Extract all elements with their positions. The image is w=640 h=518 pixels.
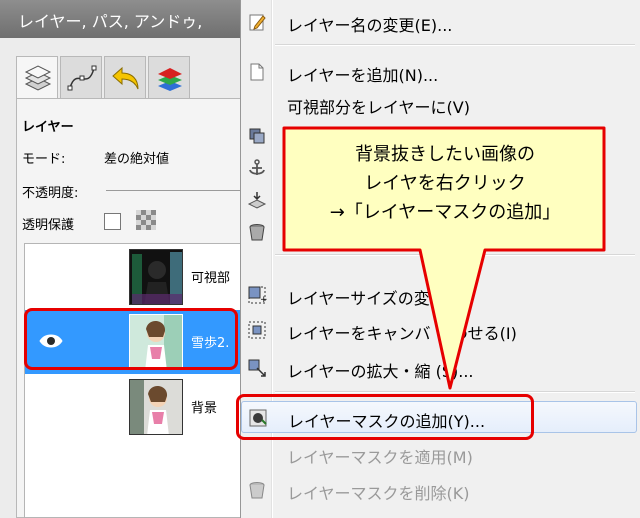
callout-line: 背景抜きしたい画像の <box>355 144 535 165</box>
callout-text: 背景抜きしたい画像の レイヤを右クリック →「レイヤーマスクの追加」 <box>286 140 604 227</box>
callout-bubble <box>282 126 606 390</box>
callout-line: レイヤを右クリック <box>364 173 526 194</box>
callout-line: →「レイヤーマスクの追加」 <box>329 202 561 223</box>
